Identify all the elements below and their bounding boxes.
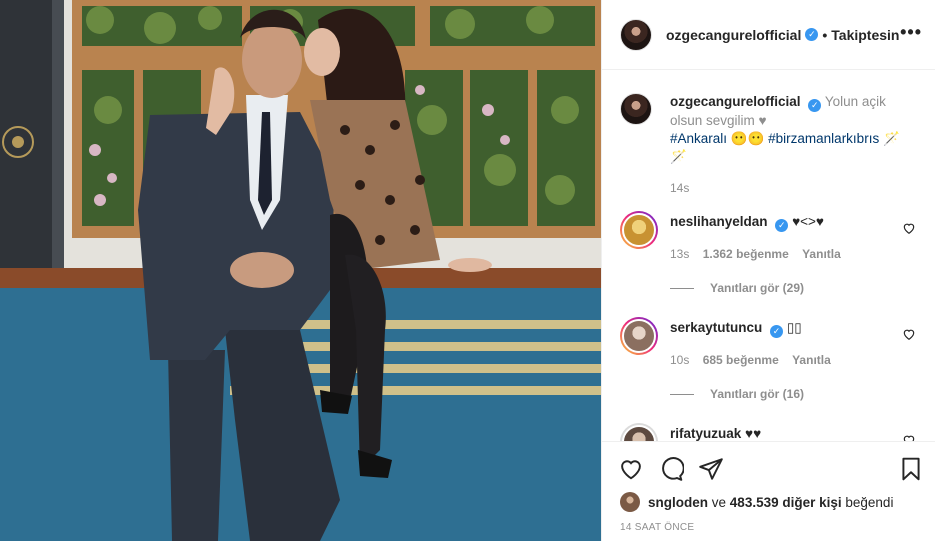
story-ring[interactable]: [620, 317, 658, 355]
comment-text: ♥♥: [745, 426, 762, 441]
commenter-avatar[interactable]: [622, 425, 656, 441]
caption-avatar[interactable]: [620, 93, 652, 125]
reply-button[interactable]: Yanıtla: [792, 353, 831, 367]
comment-like-heart-icon[interactable]: [902, 327, 916, 341]
post-caption: ozgecangurelofficial ✓ Yolun açik olsun …: [620, 93, 920, 195]
reply-button[interactable]: Yanıtla: [802, 247, 841, 261]
liker-avatar[interactable]: [620, 492, 640, 512]
comment-text: ♥<>♥: [792, 214, 824, 229]
story-ring[interactable]: [620, 423, 658, 441]
caption-extra-emoji: 🪄: [670, 148, 687, 164]
verified-badge-icon: ✓: [770, 325, 784, 338]
post-header: ozgecangurelofficial ✓ • Takiptesin •••: [602, 0, 935, 70]
comment-text: ▯▯: [786, 320, 802, 335]
replies-divider: [670, 393, 694, 395]
view-replies-label: Yanıtları gör (16): [710, 387, 805, 401]
following-button[interactable]: Takiptesin: [831, 27, 899, 43]
post-photo[interactable]: [0, 0, 601, 541]
heart-icon[interactable]: [618, 456, 644, 482]
view-replies-label: Yanıtları gör (29): [710, 281, 805, 295]
comment-like-heart-icon[interactable]: [902, 221, 916, 235]
comment-username[interactable]: rifatyuzuak: [670, 426, 741, 441]
likes-suffix: beğendi: [845, 494, 894, 510]
commenter-avatar[interactable]: [622, 213, 656, 247]
author-avatar[interactable]: [620, 18, 652, 51]
story-ring[interactable]: [620, 211, 658, 249]
comment-likes[interactable]: 685 beğenme: [703, 353, 779, 367]
comment-item: neslihanyeldan ✓ ♥<>♥ 13s 1.362 beğenme …: [620, 211, 920, 295]
post-side-panel: ozgecangurelofficial ✓ • Takiptesin ••• …: [601, 0, 935, 541]
comment-timestamp[interactable]: 13s: [670, 247, 689, 261]
bookmark-icon[interactable]: [898, 456, 924, 482]
comment-likes[interactable]: 1.362 beğenme: [703, 247, 789, 261]
post-image: [0, 0, 601, 541]
caption-hashtags[interactable]: #Ankaralı 😶😶 #birzamanlarkıbrıs 🪄: [670, 131, 900, 146]
likes-conjunction: ve: [711, 494, 727, 510]
caption-timestamp[interactable]: 14s: [670, 181, 920, 195]
author-username[interactable]: ozgecangurelofficial: [666, 27, 801, 43]
verified-badge-icon: ✓: [775, 219, 789, 232]
verified-badge-icon: ✓: [805, 28, 819, 41]
likes-count[interactable]: 483.539 diğer kişi: [730, 495, 842, 510]
comment-item: rifatyuzuak ♥♥: [620, 423, 920, 441]
likes-summary[interactable]: sngloden ve 483.539 diğer kişi beğendi: [620, 492, 893, 512]
paper-plane-icon[interactable]: [698, 456, 724, 482]
replies-divider: [670, 287, 694, 289]
comment-timestamp[interactable]: 10s: [670, 353, 689, 367]
comment-item: serkaytutuncu ✓ ▯▯ 10s 685 beğenme Yanıt…: [620, 317, 920, 401]
comment-like-heart-icon[interactable]: [902, 433, 916, 441]
comment-username[interactable]: neslihanyeldan: [670, 214, 768, 229]
liker-username[interactable]: sngloden: [648, 495, 708, 510]
comment-icon[interactable]: [658, 456, 684, 482]
more-dots-icon[interactable]: •••: [900, 22, 922, 43]
view-replies-button[interactable]: Yanıtları gör (16): [670, 387, 920, 401]
comments-list[interactable]: ozgecangurelofficial ✓ Yolun açik olsun …: [602, 71, 935, 441]
comment-username[interactable]: serkaytutuncu: [670, 320, 762, 335]
post-timestamp[interactable]: 14 SAAT ÖNCE: [620, 522, 694, 533]
commenter-avatar[interactable]: [622, 319, 656, 353]
view-replies-button[interactable]: Yanıtları gör (29): [670, 281, 920, 295]
post-actions-bar: sngloden ve 483.539 diğer kişi beğendi 1…: [602, 441, 935, 541]
verified-badge-icon: ✓: [808, 98, 822, 112]
caption-username[interactable]: ozgecangurelofficial: [670, 94, 801, 109]
header-separator: •: [822, 26, 828, 43]
